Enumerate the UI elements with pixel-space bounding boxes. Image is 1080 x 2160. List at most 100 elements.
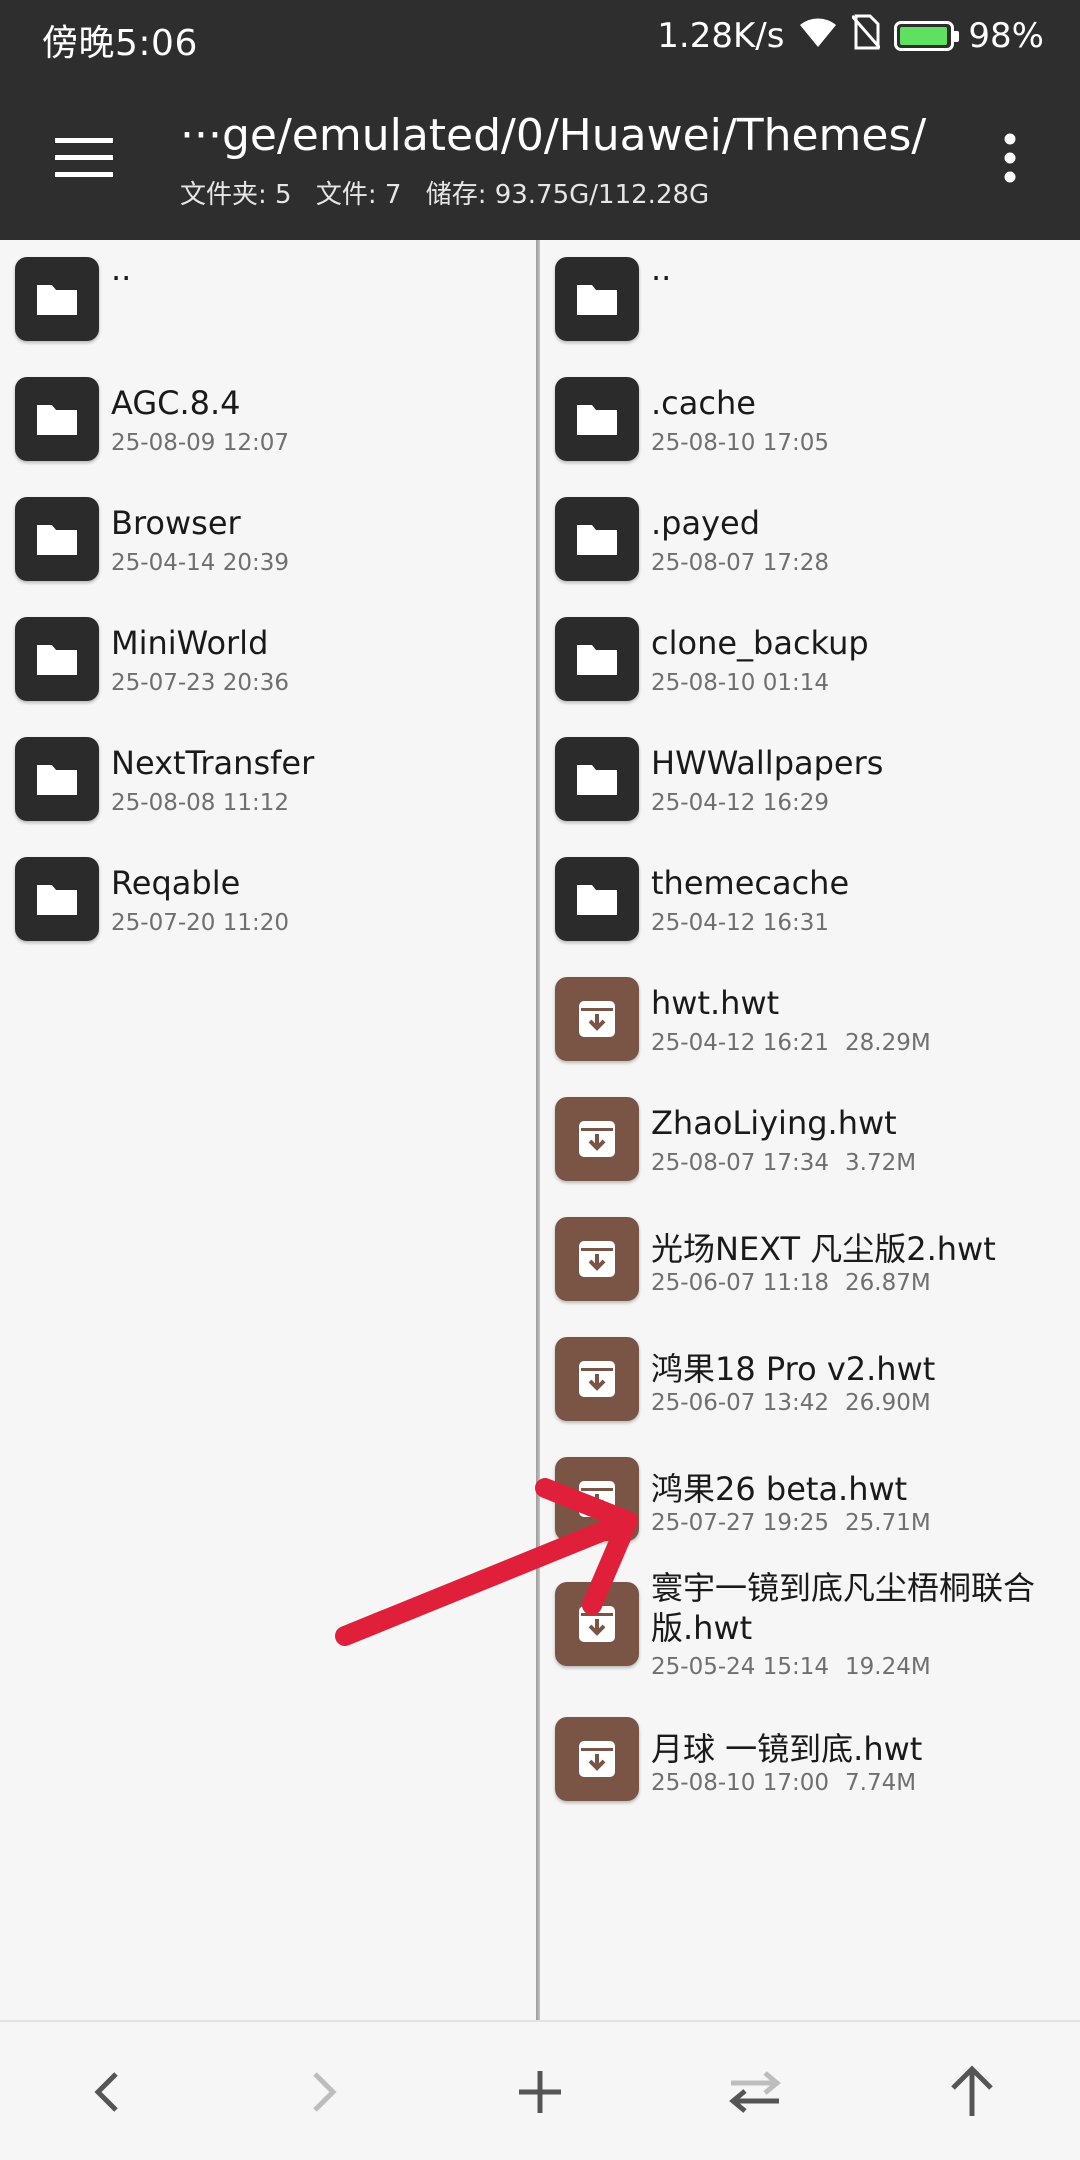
menu-button[interactable] (42, 116, 126, 200)
file-date: 25-08-07 17:28 (651, 550, 829, 576)
file-name: 鸿果18 Pro v2.hwt (651, 1350, 936, 1388)
storage-info: 储存: 93.75G/112.28G (425, 180, 710, 210)
file-date: 25-07-27 19:25 (651, 1510, 829, 1536)
status-time: 傍晚5:06 (42, 23, 198, 64)
file-name: clone_backup (651, 624, 869, 662)
file-size: 3.72M (845, 1150, 917, 1176)
file-date: 25-04-14 20:39 (111, 550, 289, 576)
file-date: 25-04-12 16:31 (651, 910, 829, 936)
add-button[interactable] (505, 2057, 575, 2127)
file-name: AGC.8.4 (111, 384, 241, 422)
file-name: 鸿果26 beta.hwt (651, 1470, 908, 1508)
folder-count: 文件夹: 5 (180, 180, 292, 210)
file-row[interactable]: Browser 25-04-14 20:39 (0, 480, 538, 600)
file-size: 25.71M (845, 1510, 931, 1536)
file-date: 25-05-24 15:14 (651, 1654, 829, 1680)
folder-icon (15, 857, 99, 941)
file-row[interactable]: clone_backup 25-08-10 01:14 (540, 600, 1080, 720)
file-name: Reqable (111, 864, 241, 902)
file-date: 25-06-07 11:18 (651, 1270, 829, 1296)
file-row[interactable]: 寰宇一镜到底凡尘梧桐联合版.hwt 25-05-24 15:14 19.24M (540, 1560, 1080, 1700)
file-name: MiniWorld (111, 624, 269, 662)
file-name: HWWallpapers (651, 744, 884, 782)
status-indicators: 1.28K/s 98% (657, 12, 1044, 60)
file-row[interactable]: 鸿果26 beta.hwt 25-07-27 19:25 25.71M (540, 1440, 1080, 1560)
left-file-pane[interactable]: .. AGC.8.4 25-08-09 12:07 Browser 25-04-… (0, 240, 538, 2020)
file-date: 25-08-07 17:34 (651, 1150, 829, 1176)
file-name: hwt.hwt (651, 984, 780, 1022)
folder-icon (555, 257, 639, 341)
right-file-pane[interactable]: .. .cache 25-08-10 17:05 .payed 25-08-07… (540, 240, 1080, 2020)
folder-icon (555, 617, 639, 701)
file-row[interactable]: 月球 一镜到底.hwt 25-08-10 17:00 7.74M (540, 1700, 1080, 1820)
folder-icon (555, 857, 639, 941)
archive-icon (555, 1717, 639, 1801)
file-name: 月球 一镜到底.hwt (651, 1730, 923, 1768)
file-name: NextTransfer (111, 744, 315, 782)
file-date: 25-08-10 17:00 (651, 1770, 829, 1796)
back-icon (94, 2072, 118, 2112)
file-name: 光场NEXT 凡尘版2.hwt (651, 1230, 996, 1268)
file-row[interactable]: NextTransfer 25-08-08 11:12 (0, 720, 538, 840)
swap-icon (729, 2071, 781, 2113)
battery-percent: 98% (968, 16, 1044, 56)
file-meta: 25-05-24 15:14 19.24M (651, 1654, 931, 1680)
file-count: 文件: 7 (315, 180, 402, 210)
folder-icon (15, 497, 99, 581)
file-date: 25-08-08 11:12 (111, 790, 289, 816)
file-row[interactable]: 鸿果18 Pro v2.hwt 25-06-07 13:42 26.90M (540, 1320, 1080, 1440)
path-summary: 文件夹: 5 文件: 7 储存: 93.75G/112.28G (180, 174, 725, 211)
battery-icon (894, 21, 960, 51)
file-meta: 25-08-07 17:34 3.72M (651, 1150, 916, 1176)
file-row[interactable]: HWWallpapers 25-04-12 16:29 (540, 720, 1080, 840)
hamburger-menu-icon (55, 138, 113, 177)
up-directory-button[interactable] (937, 2057, 1007, 2127)
file-row[interactable]: 光场NEXT 凡尘版2.hwt 25-06-07 11:18 26.87M (540, 1200, 1080, 1320)
file-row[interactable]: AGC.8.4 25-08-09 12:07 (0, 360, 538, 480)
file-row[interactable]: hwt.hwt 25-04-12 16:21 28.29M (540, 960, 1080, 1080)
file-date: 25-07-20 11:20 (111, 910, 289, 936)
network-speed: 1.28K/s (657, 16, 785, 56)
file-name: themecache (651, 864, 850, 902)
file-size: 26.90M (845, 1390, 931, 1416)
file-row-parent[interactable]: .. (540, 240, 1080, 360)
file-row[interactable]: themecache 25-04-12 16:31 (540, 840, 1080, 960)
more-options-button[interactable] (980, 116, 1040, 200)
wifi-icon (798, 15, 838, 58)
no-sim-icon (851, 14, 882, 59)
swap-panes-button[interactable] (720, 2057, 790, 2127)
file-row-parent[interactable]: .. (0, 240, 538, 360)
up-icon (951, 2065, 993, 2116)
file-row[interactable]: ZhaoLiying.hwt 25-08-07 17:34 3.72M (540, 1080, 1080, 1200)
folder-icon (15, 617, 99, 701)
file-date: 25-06-07 13:42 (651, 1390, 829, 1416)
folder-icon (555, 377, 639, 461)
file-name: .. (111, 250, 132, 288)
file-date: 25-08-09 12:07 (111, 430, 289, 456)
file-size: 7.74M (845, 1770, 917, 1796)
folder-icon (15, 737, 99, 821)
folder-icon (555, 497, 639, 581)
archive-icon (555, 1457, 639, 1541)
file-row[interactable]: .cache 25-08-10 17:05 (540, 360, 1080, 480)
archive-icon (555, 1582, 639, 1666)
file-size: 19.24M (845, 1654, 931, 1680)
file-date: 25-04-12 16:21 (651, 1030, 829, 1056)
file-size: 28.29M (845, 1030, 931, 1056)
forward-icon (313, 2072, 337, 2112)
file-name: 寰宇一镜到底凡尘梧桐联合版.hwt (651, 1569, 1036, 1647)
back-button[interactable] (73, 2057, 143, 2127)
forward-button[interactable] (288, 2057, 358, 2127)
file-row[interactable]: MiniWorld 25-07-23 20:36 (0, 600, 538, 720)
file-name: ZhaoLiying.hwt (651, 1104, 897, 1142)
archive-icon (555, 1217, 639, 1301)
folder-icon (15, 257, 99, 341)
file-meta: 25-07-27 19:25 25.71M (651, 1510, 931, 1536)
bottom-toolbar (0, 2020, 1080, 2160)
file-row[interactable]: .payed 25-08-07 17:28 (540, 480, 1080, 600)
file-row[interactable]: Reqable 25-07-20 11:20 (0, 840, 538, 960)
more-vertical-icon (1004, 133, 1016, 183)
file-name: .payed (651, 504, 761, 542)
battery-fill (900, 27, 948, 45)
file-meta: 25-06-07 13:42 26.90M (651, 1390, 931, 1416)
